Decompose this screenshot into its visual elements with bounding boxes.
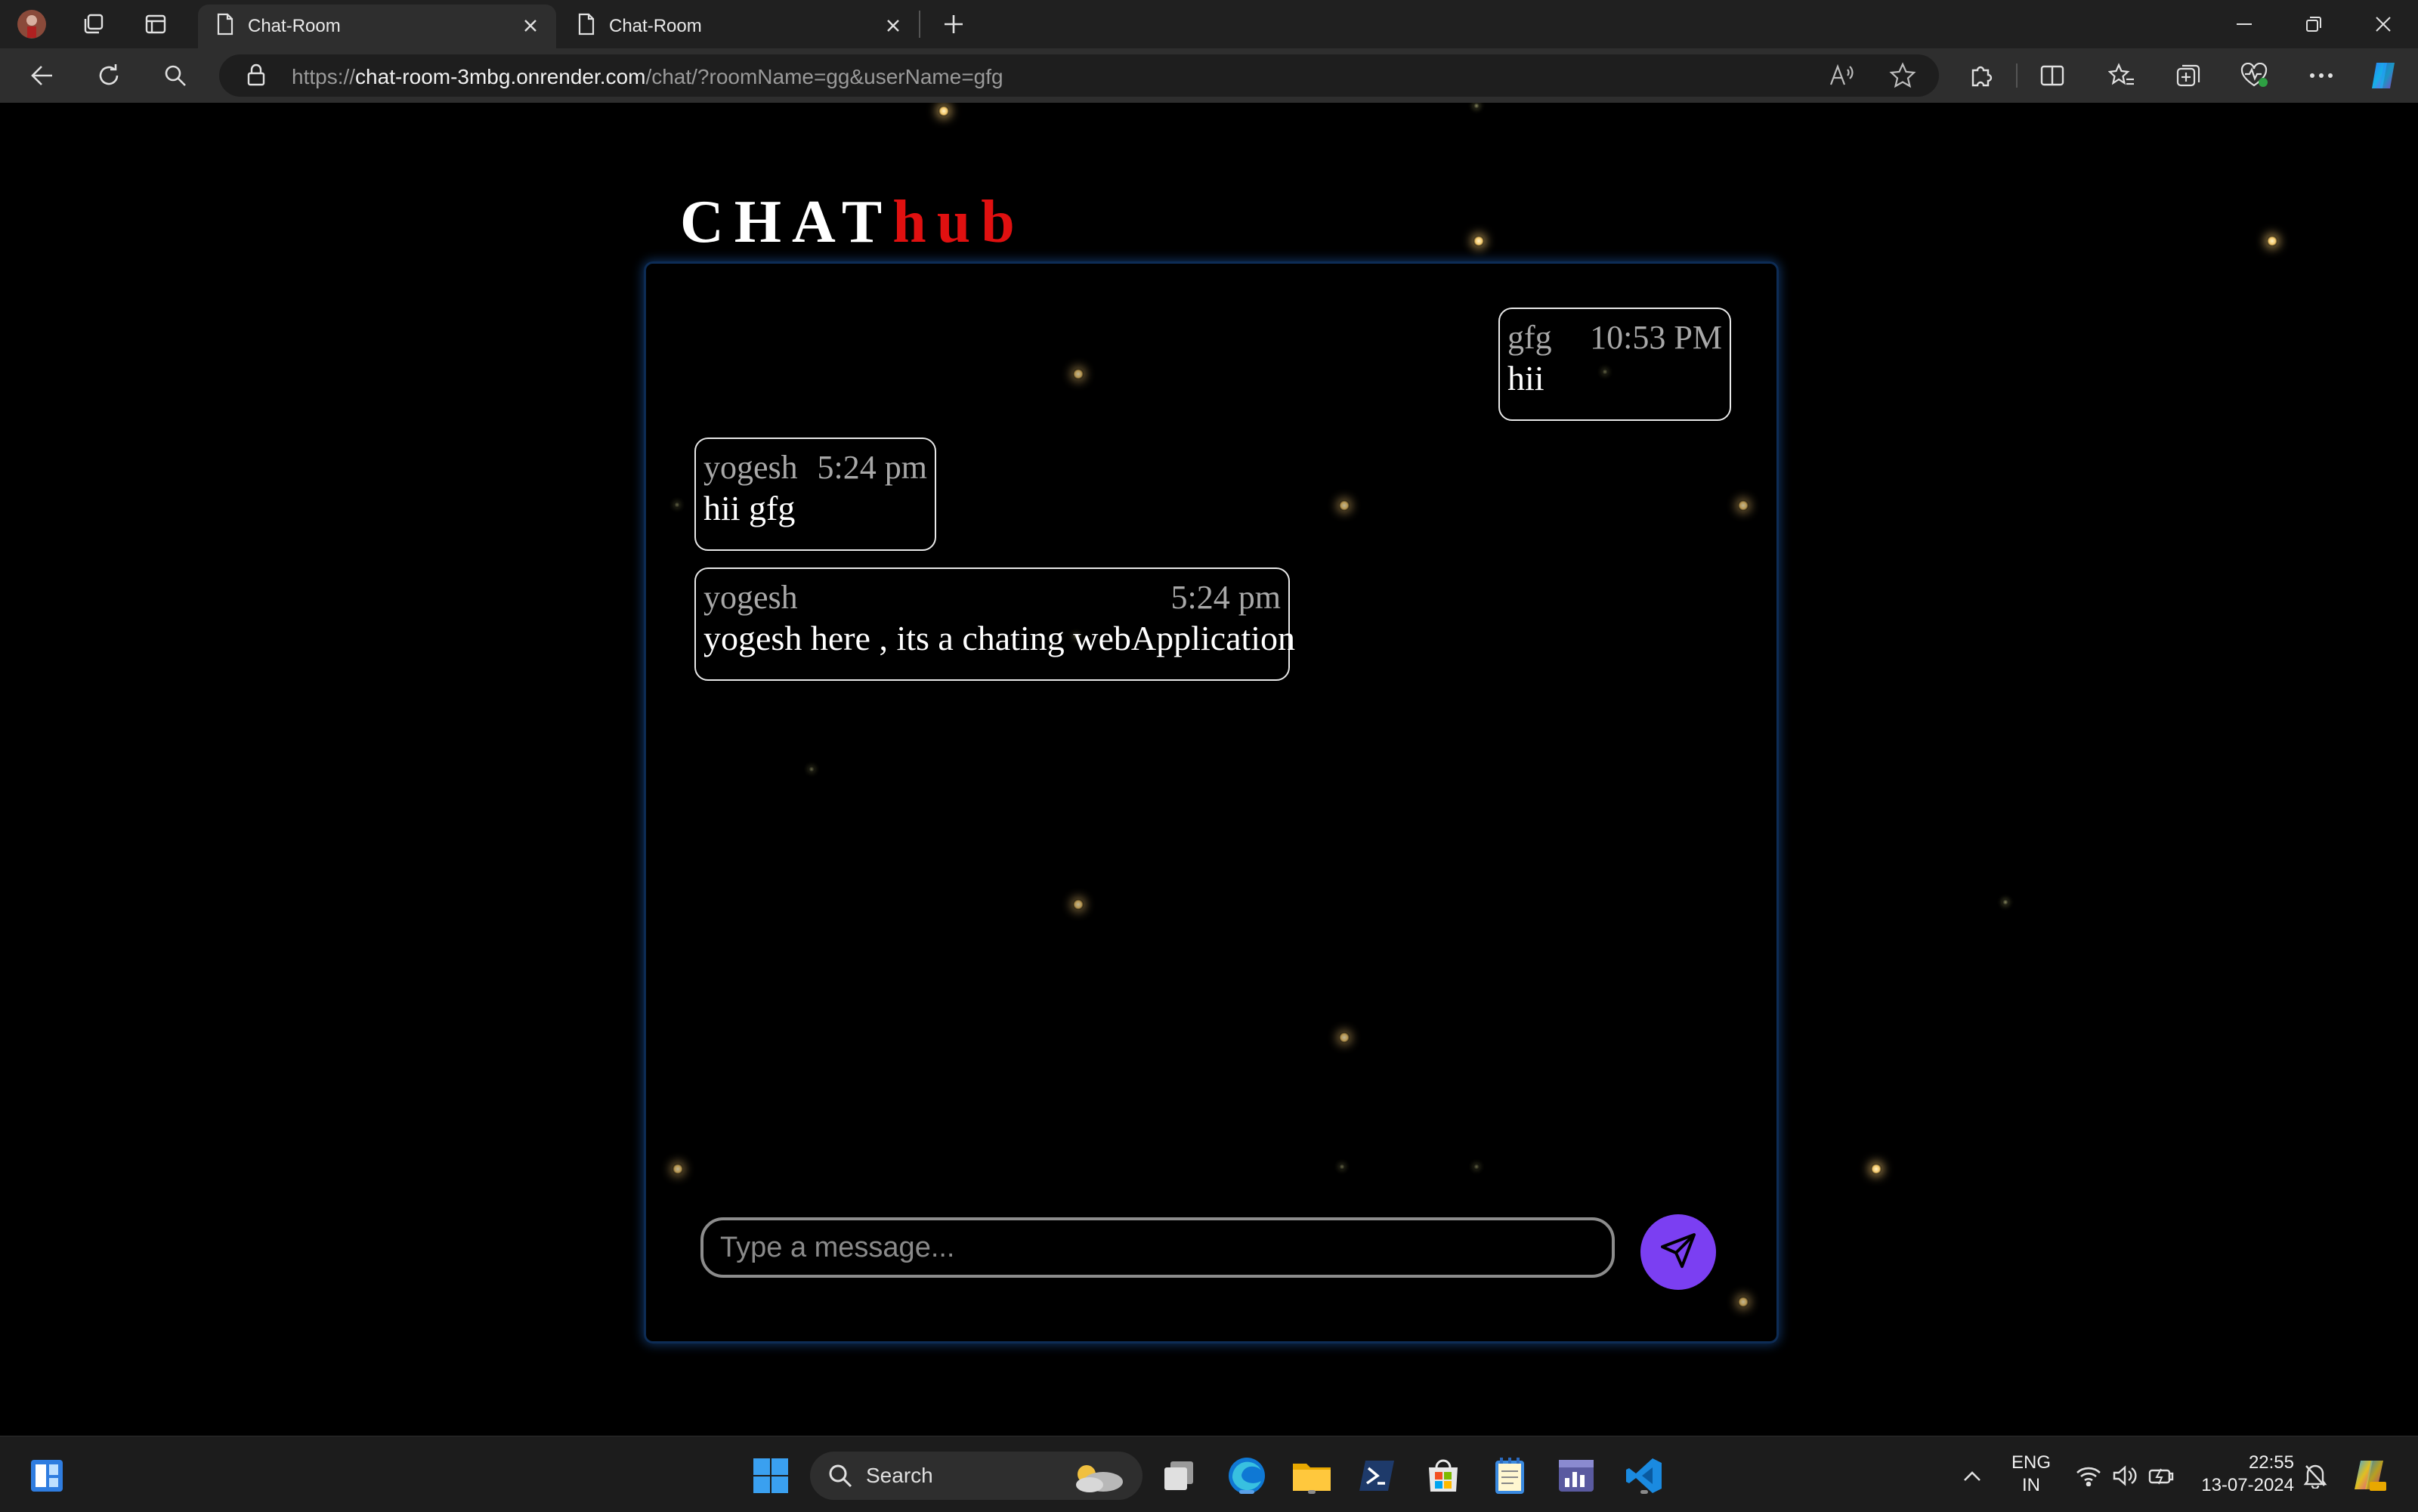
message-input[interactable] <box>700 1217 1615 1278</box>
message-header: gfg 10:53 PM <box>1507 318 1722 357</box>
paper-plane-icon <box>1658 1230 1699 1275</box>
clock-time: 22:55 <box>2248 1452 2294 1473</box>
url-scheme: https:// <box>292 65 356 88</box>
message-sender: gfg <box>1507 319 1552 356</box>
search-icon[interactable] <box>157 59 193 92</box>
message-bubble: yogesh 5:24 pm yogesh here , its a chati… <box>694 567 1296 681</box>
page-icon <box>577 13 595 41</box>
battery-icon[interactable] <box>2138 1453 2184 1498</box>
message-bubble: yogesh 5:24 pm hii gfg <box>694 438 936 551</box>
more-options-icon[interactable] <box>2303 59 2339 92</box>
language-indicator[interactable]: ENG IN <box>2004 1452 2058 1497</box>
background-star <box>1473 103 1480 109</box>
profile-avatar[interactable] <box>15 8 48 41</box>
app-logo: CHAThub <box>680 192 1025 252</box>
message-text: yogesh here , its a chating webApplicati… <box>703 619 1296 657</box>
running-indicator <box>1640 1490 1648 1494</box>
clock-date: 13-07-2024 <box>2201 1475 2294 1495</box>
widgets-icon[interactable] <box>24 1453 70 1498</box>
message-text: hii gfg <box>703 489 796 527</box>
region-code: IN <box>2022 1475 2040 1495</box>
read-aloud-icon[interactable] <box>1829 63 1854 91</box>
file-explorer-icon[interactable] <box>1289 1453 1334 1498</box>
copilot-icon[interactable] <box>2365 59 2401 92</box>
copilot-preview-icon[interactable] <box>2347 1453 2392 1498</box>
message-time: 10:53 PM <box>1590 319 1722 356</box>
message-sender: yogesh <box>703 579 798 616</box>
powershell-icon[interactable] <box>1354 1453 1399 1498</box>
url-host: chat-room-3mbg.onrender.com <box>355 65 646 88</box>
new-tab-icon[interactable] <box>937 8 970 41</box>
background-star <box>2267 236 2277 246</box>
tab-label: Chat-Room <box>248 16 341 36</box>
message-time: 5:24 pm <box>1170 579 1281 616</box>
background-star <box>1871 1164 1882 1174</box>
close-tab-icon[interactable] <box>518 14 543 38</box>
send-button[interactable] <box>1640 1214 1716 1290</box>
notifications-icon[interactable] <box>2293 1453 2338 1498</box>
microsoft-store-icon[interactable] <box>1421 1453 1466 1498</box>
page-viewport: CHAThub gfg 10:53 PM hii yogesh 5:24 pm … <box>6 103 2412 1434</box>
message-bubble: gfg 10:53 PM hii <box>1498 308 1731 421</box>
chat-panel: gfg 10:53 PM hii yogesh 5:24 pm hii gfg … <box>644 261 1779 1343</box>
toolbar-divider <box>2016 63 2018 88</box>
tab-divider <box>919 11 920 38</box>
split-screen-icon[interactable] <box>2034 59 2070 92</box>
search-label: Search <box>866 1464 933 1487</box>
tab-chat-room-1[interactable]: Chat-Room <box>198 5 556 48</box>
minimize-icon[interactable] <box>2209 0 2279 48</box>
extensions-icon[interactable] <box>1963 59 1999 92</box>
taskbar: Search ENG IN 22:55 13-07-2024 <box>0 1436 2418 1512</box>
brand-accent: hub <box>892 189 1025 255</box>
active-indicator <box>1239 1490 1254 1494</box>
close-tab-icon[interactable] <box>881 14 905 38</box>
message-text: hii <box>1507 359 1544 397</box>
language-code: ENG <box>2011 1452 2051 1473</box>
running-indicator <box>1308 1490 1316 1494</box>
refresh-icon[interactable] <box>91 59 127 92</box>
browser-toolbar: https://chat-room-3mbg.onrender.com/chat… <box>0 48 2418 103</box>
message-header: yogesh 5:24 pm <box>703 448 927 487</box>
url-text[interactable]: https://chat-room-3mbg.onrender.com/chat… <box>292 65 1003 89</box>
background-star <box>1473 236 1484 246</box>
message-sender: yogesh <box>703 449 798 486</box>
favorites-icon[interactable] <box>2104 59 2140 92</box>
taskbar-search[interactable]: Search <box>810 1452 1143 1500</box>
start-icon[interactable] <box>748 1453 793 1498</box>
browser-essentials-icon[interactable] <box>2237 59 2273 92</box>
search-icon <box>828 1464 852 1492</box>
address-bar[interactable]: https://chat-room-3mbg.onrender.com/chat… <box>219 54 1939 97</box>
collections-icon[interactable] <box>2170 59 2206 92</box>
clock[interactable]: 22:55 13-07-2024 <box>2188 1452 2294 1497</box>
url-path: /chat/?roomName=gg&userName=gfg <box>645 65 1003 88</box>
restore-icon[interactable] <box>2279 0 2348 48</box>
vscode-icon[interactable] <box>1622 1453 1667 1498</box>
tab-actions-icon[interactable] <box>139 8 172 41</box>
edge-browser-icon[interactable] <box>1224 1453 1269 1498</box>
page-icon <box>216 13 234 41</box>
message-header: yogesh 5:24 pm <box>703 578 1281 617</box>
tab-label: Chat-Room <box>609 16 702 36</box>
background-star <box>2002 899 2008 905</box>
chevron-up-icon[interactable] <box>1950 1453 1995 1498</box>
message-time: 5:24 pm <box>817 449 927 486</box>
notepad-icon[interactable] <box>1487 1453 1532 1498</box>
browser-tab-bar: Chat-Room Chat-Room <box>0 0 2418 48</box>
back-icon[interactable] <box>24 59 60 92</box>
weather-icon <box>1064 1456 1135 1499</box>
brand-primary: CHAT <box>680 189 893 255</box>
task-manager-icon[interactable] <box>1554 1453 1599 1498</box>
lock-icon[interactable] <box>246 63 266 90</box>
background-star <box>938 106 949 116</box>
task-view-icon[interactable] <box>1156 1453 1201 1498</box>
tab-chat-room-2[interactable]: Chat-Room <box>561 5 919 48</box>
favorite-star-icon[interactable] <box>1889 62 1916 93</box>
workspaces-icon[interactable] <box>77 8 110 41</box>
close-window-icon[interactable] <box>2348 0 2418 48</box>
